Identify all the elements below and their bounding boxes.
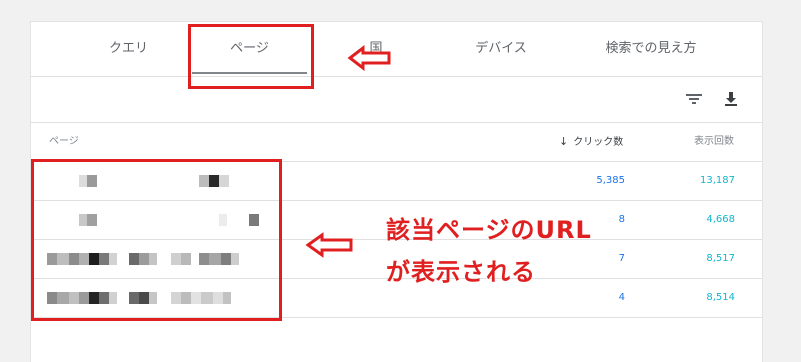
dimension-tabs: クエリ ページ 国 デバイス 検索での見え方 <box>31 22 762 77</box>
column-header-clicks[interactable]: ↓ クリック数 <box>559 123 623 162</box>
row-impressions: 8,514 <box>706 292 735 303</box>
table-toolbar <box>31 77 762 123</box>
row-impressions: 4,668 <box>706 214 735 225</box>
annotation-line-1: 該当ページのURL <box>386 216 592 244</box>
arrow-left-icon <box>305 232 353 258</box>
download-icon[interactable] <box>721 89 741 109</box>
page-tab-highlight <box>188 24 314 89</box>
tab-device[interactable]: デバイス <box>461 22 541 76</box>
annotation-line-2: が表示される <box>386 258 536 286</box>
column-header-page[interactable]: ページ <box>49 123 79 161</box>
row-impressions: 8,517 <box>706 253 735 264</box>
row-clicks: 8 <box>618 214 625 225</box>
row-clicks: 7 <box>618 253 625 264</box>
arrow-left-icon <box>347 45 391 71</box>
column-header-clicks-label: クリック数 <box>573 137 624 148</box>
filter-icon[interactable] <box>684 89 704 109</box>
tab-query[interactable]: クエリ <box>91 22 166 76</box>
page-url-highlight <box>31 159 282 321</box>
table-header: ページ ↓ クリック数 表示回数 <box>31 123 762 162</box>
row-clicks: 5,385 <box>596 175 625 186</box>
row-impressions: 13,187 <box>700 175 735 186</box>
sort-arrow-down-icon: ↓ <box>559 135 569 148</box>
column-header-impressions[interactable]: 表示回数 <box>694 123 734 161</box>
row-clicks: 4 <box>618 292 625 303</box>
tab-search-appearance[interactable]: 検索での見え方 <box>591 22 711 76</box>
